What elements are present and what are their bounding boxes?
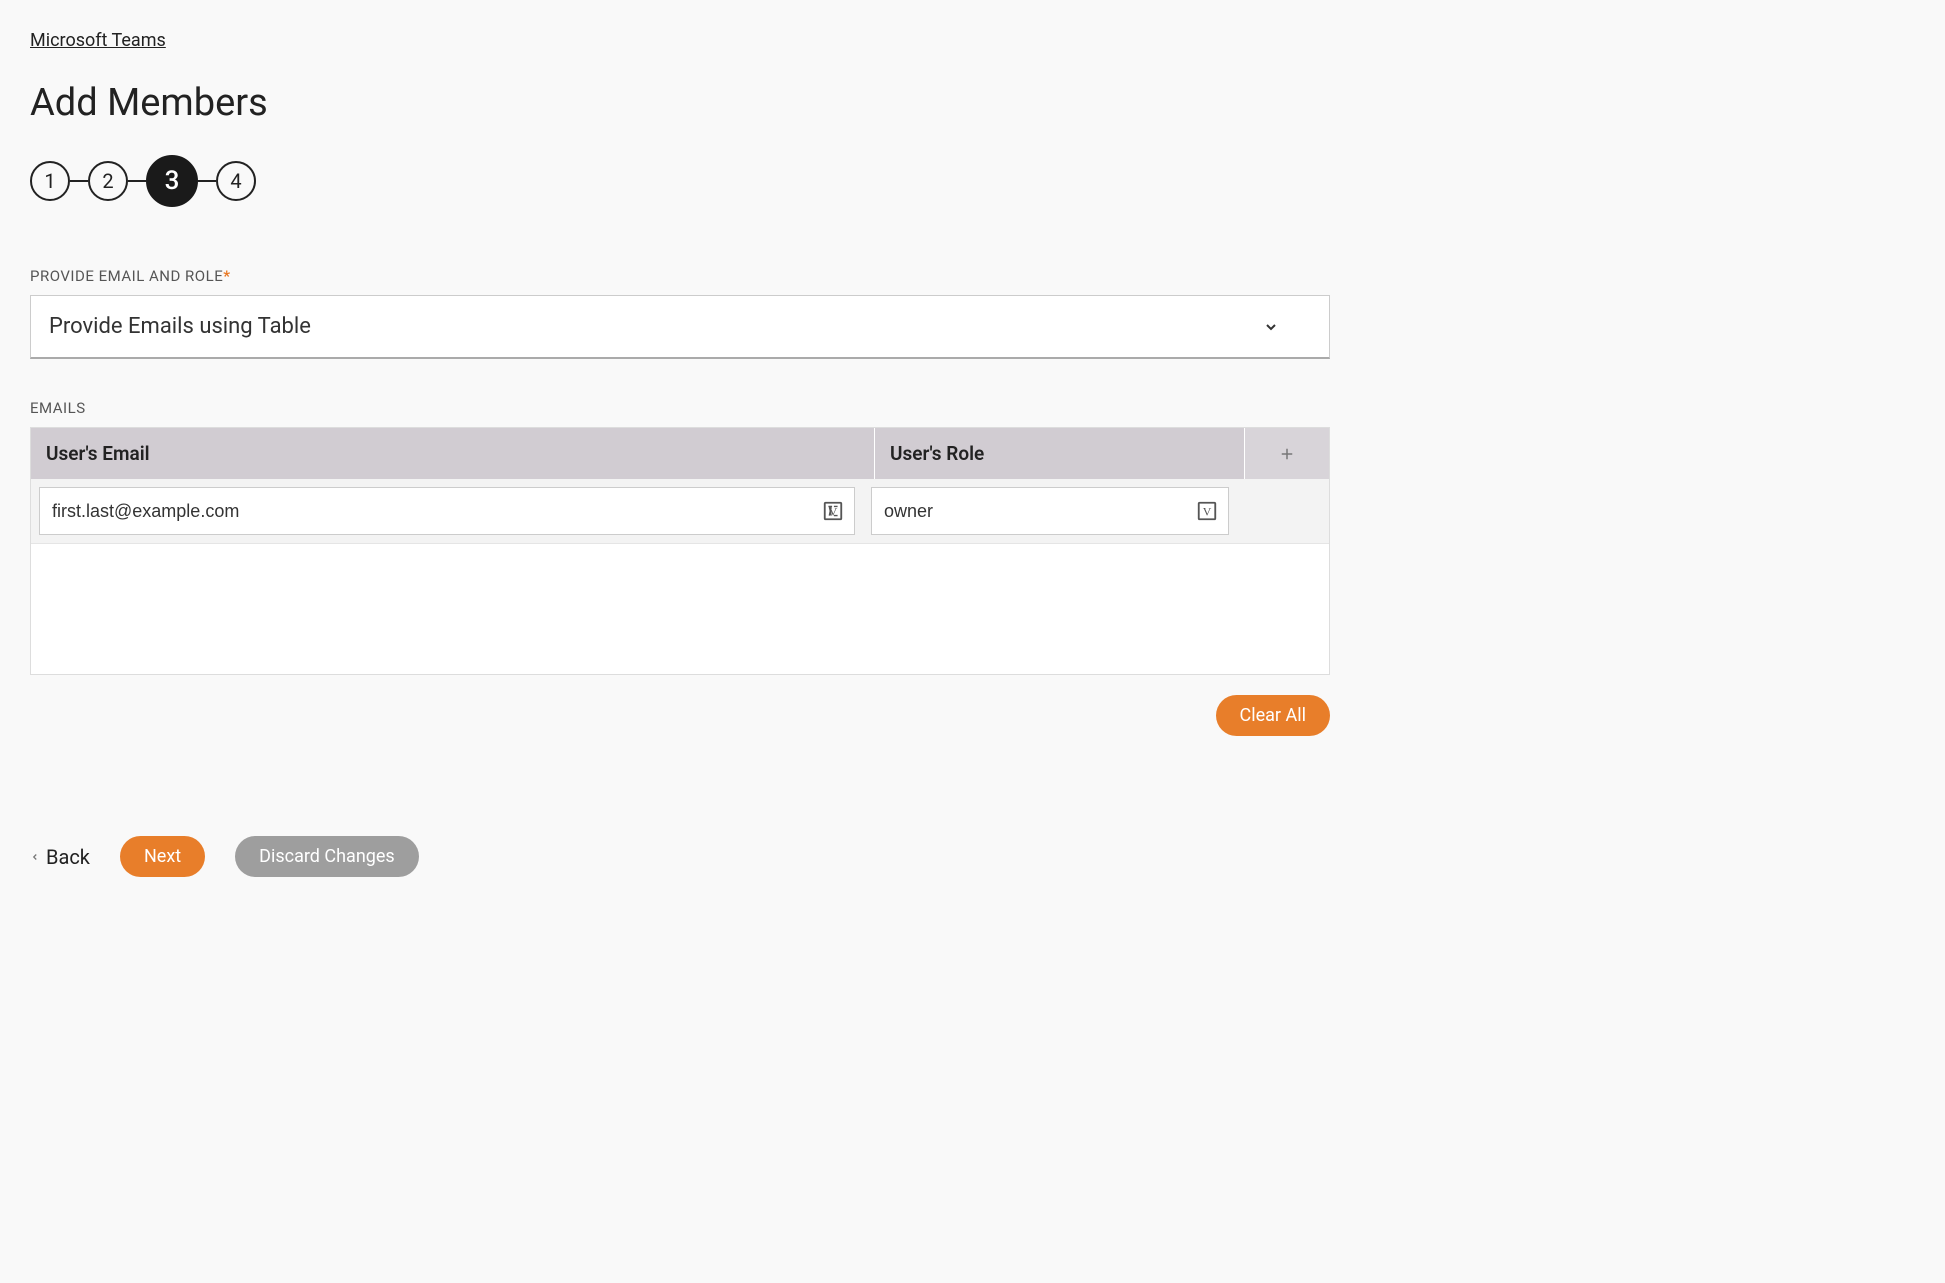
clear-all-button[interactable]: Clear All xyxy=(1216,695,1331,736)
table-row: V V xyxy=(31,479,1329,544)
emails-label: EMAILS xyxy=(30,399,1915,417)
variable-icon[interactable]: V xyxy=(1196,500,1218,522)
role-cell: V xyxy=(871,487,1229,535)
table-header: User's Email User's Role xyxy=(31,428,1329,479)
row-spacer xyxy=(1245,487,1321,535)
svg-text:V: V xyxy=(829,505,838,519)
discard-changes-button[interactable]: Discard Changes xyxy=(235,836,419,877)
provide-email-role-label: PROVIDE EMAIL AND ROLE* xyxy=(30,267,1915,285)
column-header-role: User's Role xyxy=(875,428,1245,479)
required-asterisk: * xyxy=(223,267,230,285)
step-connector xyxy=(128,180,146,182)
table-empty-area xyxy=(31,544,1329,674)
emails-table: User's Email User's Role V V xyxy=(30,427,1330,675)
email-input[interactable] xyxy=(50,500,814,523)
step-1[interactable]: 1 xyxy=(30,161,70,201)
next-button[interactable]: Next xyxy=(120,836,205,877)
svg-text:V: V xyxy=(1203,505,1212,519)
step-connector xyxy=(70,180,88,182)
breadcrumb-link[interactable]: Microsoft Teams xyxy=(30,30,166,51)
role-input[interactable] xyxy=(882,500,1188,523)
step-2[interactable]: 2 xyxy=(88,161,128,201)
plus-icon xyxy=(1278,445,1296,463)
provide-method-select[interactable]: Provide Emails using Table xyxy=(30,295,1330,359)
chevron-down-icon xyxy=(1263,319,1279,335)
page-title: Add Members xyxy=(30,81,1915,125)
select-value: Provide Emails using Table xyxy=(49,314,311,339)
back-button[interactable]: Back xyxy=(30,845,90,869)
column-header-email: User's Email xyxy=(31,428,875,479)
footer-actions: Back Next Discard Changes xyxy=(30,836,1915,877)
email-cell: V xyxy=(39,487,855,535)
chevron-left-icon xyxy=(30,850,40,864)
add-row-button[interactable] xyxy=(1245,428,1329,479)
variable-icon[interactable]: V xyxy=(822,500,844,522)
stepper: 1 2 3 4 xyxy=(30,155,1915,207)
step-4[interactable]: 4 xyxy=(216,161,256,201)
step-connector xyxy=(198,180,216,182)
step-3[interactable]: 3 xyxy=(146,155,198,207)
